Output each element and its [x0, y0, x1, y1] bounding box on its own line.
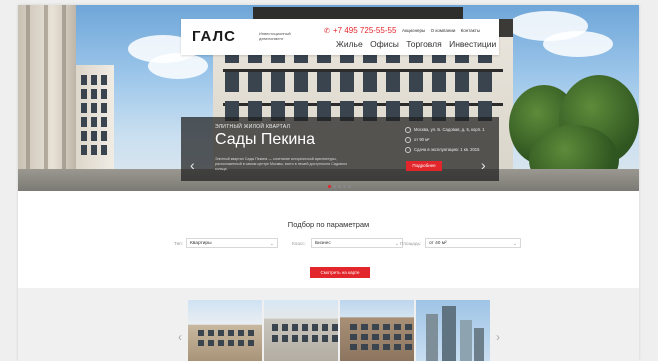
- link-contacts[interactable]: Контакты: [461, 28, 480, 33]
- top-links: Акционеры О компании Контакты: [402, 28, 484, 33]
- projects-carousel: ‹ ›: [18, 288, 639, 361]
- fact-completion: Сдача в эксплуатацию: 1 кв. 2015: [405, 147, 479, 153]
- nav-offices[interactable]: Офисы: [370, 39, 399, 49]
- chevron-left-icon[interactable]: ‹: [178, 330, 182, 344]
- calendar-icon: [405, 147, 411, 153]
- type-select[interactable]: Квартиры ⌄: [186, 238, 278, 248]
- chevron-right-icon[interactable]: ›: [496, 330, 500, 344]
- slide-info-card: ЭЛИТНЫЙ ЖИЛОЙ КВАРТАЛ Сады Пекина Элитны…: [181, 117, 499, 188]
- project-thumbnail[interactable]: [188, 300, 262, 361]
- site-header: ГАЛС Инвестиционный девелопмент ✆ +7 495…: [181, 19, 499, 55]
- logo[interactable]: ГАЛС: [192, 28, 236, 45]
- hero-slider: ГАЛС Инвестиционный девелопмент ✆ +7 495…: [18, 5, 639, 191]
- view-on-map-button[interactable]: Смотреть на карте: [310, 267, 370, 278]
- area-icon: [405, 137, 411, 143]
- type-label: Тип:: [174, 241, 183, 246]
- area-select-value: от 40 м²: [429, 241, 447, 246]
- slide-kicker: ЭЛИТНЫЙ ЖИЛОЙ КВАРТАЛ: [215, 124, 291, 130]
- slide-description: Элитный квартал Сады Пекина — сочетание …: [215, 157, 348, 171]
- class-label: Класс:: [292, 241, 306, 246]
- project-thumbnail[interactable]: [340, 300, 414, 361]
- project-thumbnail[interactable]: [264, 300, 338, 361]
- main-nav: Жилье Офисы Торговля Инвестиции: [336, 39, 501, 49]
- chevron-left-icon[interactable]: ‹: [190, 157, 195, 173]
- location-icon: [405, 127, 411, 133]
- filter-title: Подбор по параметрам: [287, 220, 370, 229]
- slider-dot[interactable]: [343, 185, 346, 188]
- fact-address: Москва, ул. Б. Садовая, д. 5, корп. 1: [405, 127, 485, 133]
- left-building: [18, 5, 76, 191]
- nav-retail[interactable]: Торговля: [406, 39, 442, 49]
- chevron-down-icon: ⌄: [394, 241, 399, 247]
- project-thumbnail[interactable]: [416, 300, 490, 361]
- class-select-value: Бизнес: [315, 241, 331, 246]
- link-shareholders[interactable]: Акционеры: [402, 28, 425, 33]
- cloud: [543, 31, 613, 57]
- chevron-down-icon: ⌄: [269, 241, 274, 247]
- slide-title: Сады Пекина: [215, 131, 315, 148]
- class-select[interactable]: Бизнес ⌄: [311, 238, 403, 248]
- chevron-down-icon: ⌄: [512, 241, 517, 247]
- slider-dot[interactable]: [348, 185, 351, 188]
- area-select[interactable]: от 40 м² ⌄: [425, 238, 521, 248]
- nav-investments[interactable]: Инвестиции: [449, 39, 496, 49]
- fact-area: от 90 м²: [405, 137, 429, 143]
- nav-housing[interactable]: Жилье: [336, 39, 363, 49]
- chevron-right-icon[interactable]: ›: [481, 157, 486, 173]
- link-about[interactable]: О компании: [431, 28, 456, 33]
- slider-dot[interactable]: [333, 185, 336, 188]
- phone-number[interactable]: +7 495 725-55-55: [333, 26, 396, 35]
- phone-icon: ✆: [324, 28, 330, 35]
- logo-subtitle: Инвестиционный девелопмент: [259, 31, 291, 41]
- more-button[interactable]: Подробнее: [406, 161, 442, 171]
- page: ГАЛС Инвестиционный девелопмент ✆ +7 495…: [18, 5, 639, 361]
- area-label: Площадь:: [400, 241, 422, 246]
- slider-dots: [328, 175, 353, 191]
- cloud: [148, 53, 208, 79]
- slider-dot[interactable]: [338, 185, 341, 188]
- type-select-value: Квартиры: [190, 241, 212, 246]
- slider-dot[interactable]: [328, 185, 331, 188]
